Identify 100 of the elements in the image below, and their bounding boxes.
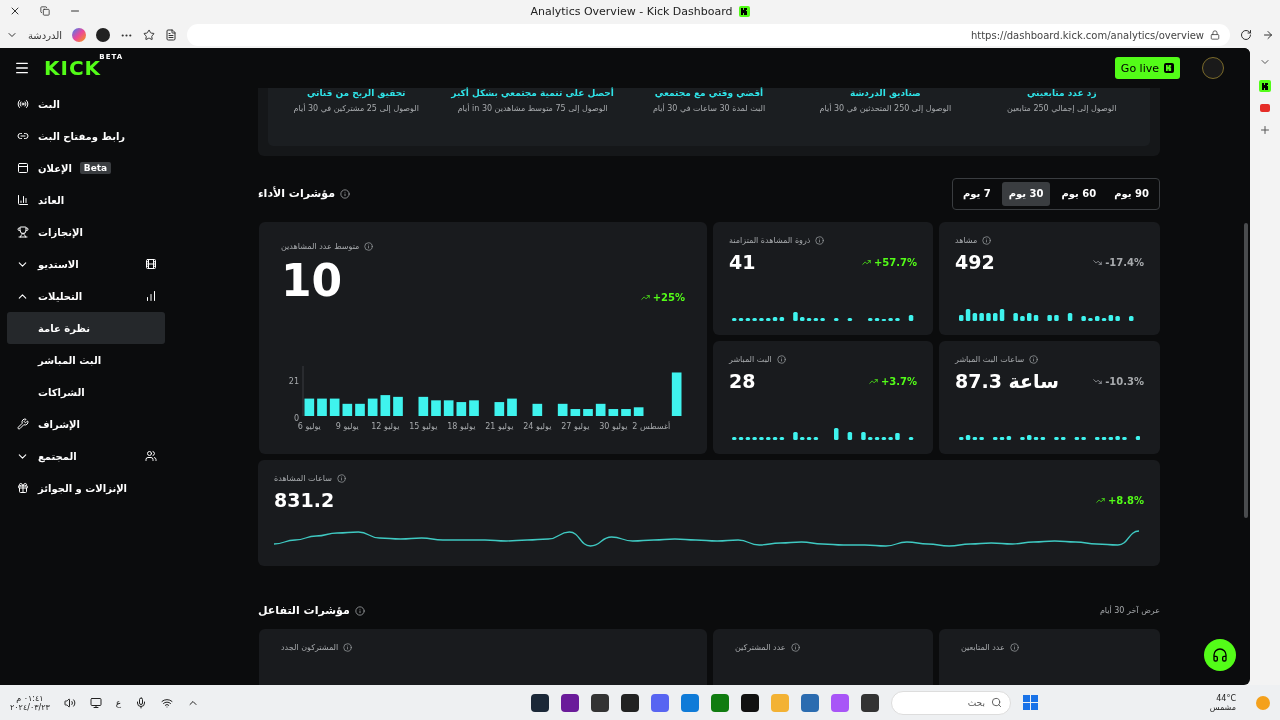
lock-icon bbox=[1210, 30, 1220, 40]
stat-label: ساعات البث المباشر bbox=[955, 354, 1025, 364]
chart-bar bbox=[621, 408, 631, 416]
axis-tick-label: يوليو 6 bbox=[297, 421, 321, 431]
avatar[interactable] bbox=[1202, 57, 1224, 79]
stat-value: 10 bbox=[281, 258, 343, 303]
sidebar-subitem[interactable]: نظرة عامة bbox=[7, 312, 165, 344]
stat-value: 87.3 ساعة bbox=[955, 371, 1059, 391]
gift-icon bbox=[16, 482, 29, 494]
profile-icon[interactable] bbox=[96, 28, 111, 42]
display-icon[interactable] bbox=[89, 696, 102, 709]
window-title: Analytics Overview - Kick Dashboard bbox=[530, 4, 733, 18]
copilot-icon bbox=[72, 28, 87, 42]
go-live-button[interactable]: Go live bbox=[1114, 57, 1180, 79]
reader-icon[interactable] bbox=[165, 29, 178, 41]
stat-label: ذروة المشاهدة المتزامنة bbox=[729, 235, 811, 245]
app-icon[interactable] bbox=[560, 693, 579, 712]
info-icon bbox=[364, 241, 374, 251]
language-indicator[interactable]: ع bbox=[115, 697, 122, 708]
stat-value: 831.2 bbox=[274, 490, 335, 510]
app-icon[interactable] bbox=[620, 693, 639, 712]
chat-button[interactable]: الدردشة bbox=[28, 29, 63, 41]
info-icon bbox=[1009, 643, 1019, 653]
range-tab[interactable]: 30 يوم bbox=[1001, 181, 1051, 206]
favorites-icon[interactable] bbox=[143, 29, 156, 41]
chart-bar bbox=[342, 403, 353, 416]
app-icon[interactable] bbox=[590, 693, 609, 712]
chart-bar bbox=[380, 394, 391, 416]
sidebar-item[interactable]: الإنزالات و الجوائز bbox=[7, 472, 165, 504]
goal-detail: الوصول إلى 250 المتحدثين في 30 أيام bbox=[819, 104, 952, 113]
app-icon[interactable] bbox=[530, 693, 549, 712]
forward-icon[interactable] bbox=[1262, 29, 1274, 41]
chart-bar bbox=[583, 408, 593, 416]
axis-tick-label: يوليو 27 bbox=[561, 421, 590, 431]
app-icon[interactable] bbox=[860, 693, 879, 712]
sidebar-item[interactable]: الإنجازات bbox=[7, 216, 165, 248]
search-field[interactable]: بحث bbox=[890, 690, 1011, 715]
range-tab[interactable]: 60 يوم bbox=[1054, 181, 1104, 206]
chart-bar bbox=[608, 408, 619, 416]
range-tab[interactable]: 90 يوم bbox=[1107, 181, 1156, 206]
stat-label: البث المباشر bbox=[729, 354, 772, 364]
sidebar-item[interactable]: الإشراف bbox=[7, 408, 165, 440]
chart-bar bbox=[570, 408, 581, 416]
refresh-icon[interactable] bbox=[1240, 29, 1252, 41]
start-icon[interactable] bbox=[1022, 695, 1038, 710]
microphone-icon[interactable] bbox=[135, 696, 148, 709]
chart-bar bbox=[355, 403, 365, 416]
info-icon bbox=[340, 188, 351, 199]
chart-bar bbox=[431, 400, 441, 416]
axis-tick-label: يوليو 9 bbox=[335, 421, 359, 431]
add-icon[interactable] bbox=[1259, 124, 1271, 136]
chart-bar bbox=[393, 396, 403, 416]
headset-icon bbox=[1212, 647, 1228, 663]
goal-title: أحصل على تنمية مجتمعي بشكل أكبر bbox=[451, 88, 614, 98]
stat-label: عدد المشتركين bbox=[735, 643, 786, 653]
chart-bar bbox=[469, 400, 479, 416]
info-icon bbox=[776, 354, 786, 364]
goal-detail: البث لمدة 30 ساعات في 30 أيام bbox=[652, 104, 766, 113]
trend-change: +3.7% bbox=[880, 375, 917, 387]
volume-icon[interactable] bbox=[63, 696, 76, 709]
chart-icon bbox=[145, 290, 157, 302]
sidebar-item[interactable]: الاستديو bbox=[7, 248, 165, 280]
app-icon[interactable] bbox=[740, 693, 759, 712]
film-icon bbox=[145, 258, 157, 270]
address-field[interactable]: https://dashboard.kick.com/analytics/overview bbox=[187, 24, 1230, 46]
goal-title: زد عدد متابعيني bbox=[1027, 88, 1097, 98]
beta-badge: Beta bbox=[79, 162, 112, 174]
menu-icon[interactable] bbox=[14, 60, 30, 76]
network-icon[interactable] bbox=[161, 696, 174, 709]
stat-value: 492 bbox=[955, 252, 995, 272]
chart-bar bbox=[532, 403, 543, 416]
trend-change: +57.7% bbox=[873, 256, 917, 268]
trend-down-icon bbox=[1093, 257, 1103, 267]
kick-logo-icon[interactable] bbox=[1259, 80, 1271, 92]
axis-tick-label: يوليو 18 bbox=[447, 421, 476, 431]
info-icon bbox=[354, 605, 365, 616]
range-note: عرض آخر 30 أيام bbox=[1099, 606, 1160, 616]
axis-tick-label: يوليو 12 bbox=[371, 421, 400, 431]
wrench-icon bbox=[16, 418, 29, 430]
sidebar-item[interactable]: العائد bbox=[7, 184, 165, 216]
sidebar-subitem[interactable]: الشراكات bbox=[7, 376, 165, 408]
users-icon bbox=[145, 450, 157, 462]
sidebar-subitem[interactable]: البث المباشر bbox=[7, 344, 165, 376]
trend-up-icon bbox=[861, 257, 871, 267]
sidebar-item[interactable]: رابط ومفتاح البث bbox=[7, 120, 165, 152]
sidebar-item[interactable]: التحليلات bbox=[7, 280, 165, 312]
stat-label: عدد المتابعين bbox=[961, 643, 1005, 653]
info-icon bbox=[336, 473, 346, 483]
range-tab[interactable]: 7 يوم bbox=[955, 181, 998, 206]
axis-tick-label: يوليو 21 bbox=[485, 421, 514, 431]
info-icon bbox=[815, 235, 825, 245]
kick-logo-icon bbox=[1164, 63, 1174, 73]
search-icon bbox=[990, 697, 1002, 708]
restore-icon[interactable] bbox=[38, 6, 52, 16]
info-icon bbox=[982, 235, 992, 245]
clock[interactable]: ٠١:٤١ م ٢٠٢٤/٠٣/٢٣ bbox=[10, 693, 50, 712]
sidebar-item[interactable]: البث bbox=[7, 88, 165, 120]
sidebar-item[interactable]: المجتمع bbox=[7, 440, 165, 472]
help-button[interactable] bbox=[1204, 639, 1236, 671]
info-icon bbox=[343, 643, 353, 653]
